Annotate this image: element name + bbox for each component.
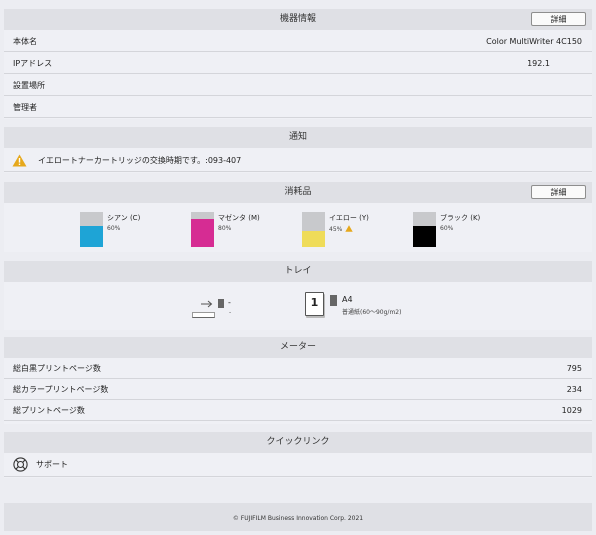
consumable-yellow: イエロー (Y) 45% (302, 212, 402, 250)
notification-text: イエロートナーカートリッジの交換時期です。:093-407 (38, 156, 242, 165)
toner-gauge (191, 212, 214, 247)
meter-title: メーター (279, 342, 316, 352)
toner-level-fill (413, 226, 436, 247)
device-detail-button[interactable]: 詳細 (531, 12, 586, 26)
tray-size: - (228, 298, 231, 307)
quick-links-title: クイックリンク (266, 437, 330, 447)
printer-status-page: 機器情報 詳細 本体名 Color MultiWriter 4C150 IPアド… (0, 0, 596, 531)
tray-1-icon: 1 (305, 292, 324, 316)
toner-level-fill (80, 226, 103, 247)
toner-name: シアン (C) (107, 214, 141, 222)
tray-header: トレイ (4, 261, 592, 282)
tray-1[interactable]: 1 A4 普通紙(60～90g/m2) (305, 292, 445, 320)
toner-gauge (80, 212, 103, 247)
support-link[interactable]: サポート (4, 453, 592, 477)
consumables-detail-button[interactable]: 詳細 (531, 185, 586, 199)
device-row-ip: IPアドレス 192.1 (4, 53, 592, 74)
toner-percent: 45% (329, 226, 343, 233)
meter-value: 795 (566, 364, 582, 373)
device-row-label: 設置場所 (13, 81, 45, 90)
paper-level-icon (330, 295, 337, 306)
device-row-value: 192.1 (527, 59, 550, 68)
warning-icon (12, 154, 27, 167)
toner-level-fill (302, 231, 325, 247)
tray-bypass[interactable]: - - (192, 296, 262, 320)
paper-level-icon (218, 299, 224, 308)
lifebuoy-icon (13, 457, 28, 472)
toner-percent: 60% (107, 225, 121, 232)
device-info-title: 機器情報 (279, 14, 316, 24)
warning-icon (345, 225, 354, 232)
tray-paper: - (229, 309, 232, 316)
meter-header: メーター (4, 337, 592, 358)
meter-label: 総プリントページ数 (13, 406, 85, 415)
device-row-label: IPアドレス (13, 59, 53, 68)
notification-item[interactable]: イエロートナーカートリッジの交換時期です。:093-407 (4, 150, 592, 172)
toner-percent: 80% (218, 225, 232, 232)
device-info-header: 機器情報 詳細 (4, 9, 592, 30)
tray-title: トレイ (284, 266, 312, 276)
quick-links-header: クイックリンク (4, 432, 592, 453)
meter-value: 234 (566, 385, 582, 394)
bypass-tray-icon (192, 300, 215, 318)
device-row-name: 本体名 Color MultiWriter 4C150 (4, 31, 592, 52)
consumables-header: 消耗品 詳細 (4, 182, 592, 203)
device-row-value: Color MultiWriter 4C150 (486, 37, 582, 46)
support-link-label: サポート (36, 460, 68, 469)
toner-gauge (413, 212, 436, 247)
device-row-admin: 管理者 (4, 97, 592, 118)
tray-number: 1 (310, 296, 319, 309)
device-row-label: 管理者 (13, 103, 37, 112)
meter-row-color: 総カラープリントページ数 234 (4, 379, 592, 400)
meter-label: 総カラープリントページ数 (13, 385, 109, 394)
toner-percent-row: 45% (329, 225, 354, 233)
device-row-location: 設置場所 (4, 75, 592, 96)
meter-row-total: 総プリントページ数 1029 (4, 400, 592, 421)
meter-row-mono: 総白黒プリントページ数 795 (4, 358, 592, 379)
tray-paper: 普通紙(60～90g/m2) (342, 309, 402, 316)
toner-gauge (302, 212, 325, 247)
consumables-title: 消耗品 (284, 187, 312, 197)
toner-name: ブラック (K) (440, 214, 481, 222)
consumable-cyan: シアン (C) 60% (80, 212, 180, 250)
notification-header: 通知 (4, 127, 592, 148)
consumable-black: ブラック (K) 60% (413, 212, 513, 250)
toner-percent: 60% (440, 225, 454, 232)
copyright-text: © FUJIFILM Business Innovation Corp. 202… (232, 515, 364, 522)
toner-name: イエロー (Y) (329, 214, 369, 222)
notification-title: 通知 (288, 132, 307, 142)
consumable-magenta: マゼンタ (M) 80% (191, 212, 291, 250)
toner-level-fill (191, 219, 214, 247)
footer: © FUJIFILM Business Innovation Corp. 202… (4, 503, 592, 531)
toner-name: マゼンタ (M) (218, 214, 260, 222)
tray-size: A4 (342, 295, 353, 304)
meter-value: 1029 (561, 406, 582, 415)
device-row-label: 本体名 (13, 37, 37, 46)
meter-label: 総白黒プリントページ数 (13, 364, 101, 373)
